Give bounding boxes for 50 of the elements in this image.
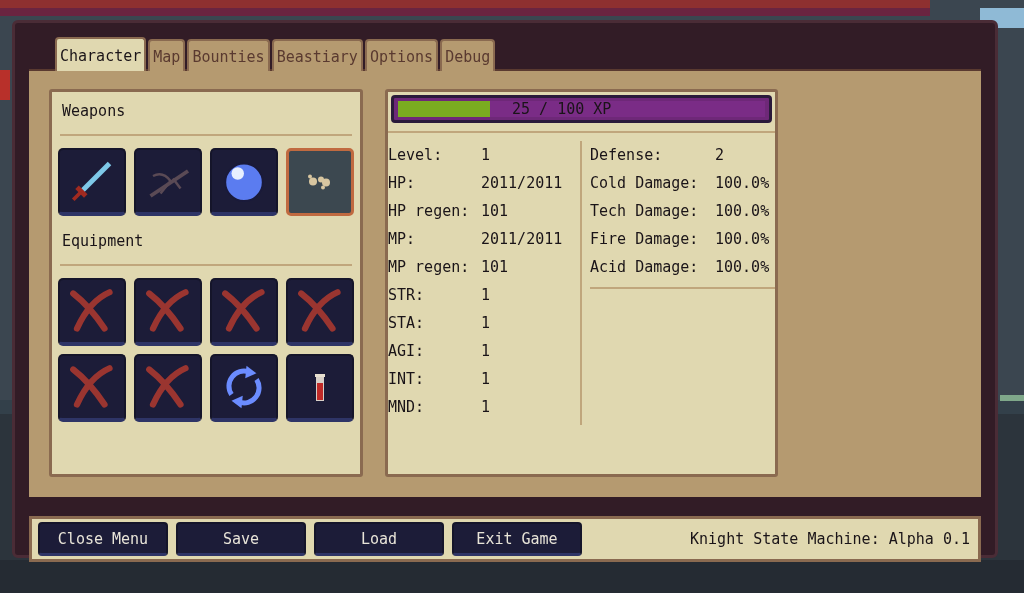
- menu-button[interactable]: Save: [176, 522, 306, 556]
- stat-value: 1: [481, 370, 491, 388]
- stat-label: STA:: [388, 314, 426, 332]
- stat-label: STR:: [388, 286, 426, 304]
- xp-reading: 25 / 100 XP: [512, 100, 612, 118]
- tab[interactable]: Map: [148, 39, 186, 71]
- section-title: Equipment: [61, 231, 145, 252]
- stat-label: MP:: [388, 230, 417, 248]
- stat-value: 100.0%: [715, 230, 770, 248]
- stat-value: 100.0%: [715, 202, 770, 220]
- stat-label: MND:: [388, 398, 426, 416]
- equipment-slot[interactable]: [210, 354, 278, 422]
- stat-value: 1: [481, 286, 491, 304]
- menu-button[interactable]: Exit Game: [452, 522, 582, 556]
- stat-value: 1: [481, 314, 491, 332]
- stat-value: 1: [481, 342, 491, 360]
- stat-label: Tech Damage:: [590, 202, 700, 220]
- potion-icon: [314, 372, 326, 402]
- stat-label: Acid Damage:: [590, 258, 700, 276]
- dust-icon: [307, 173, 333, 191]
- stat-label: AGI:: [388, 342, 426, 360]
- stat-value: 101: [481, 202, 509, 220]
- stat-value: 1: [481, 146, 491, 164]
- tab[interactable]: Bounties: [187, 39, 270, 71]
- tab[interactable]: Character: [55, 37, 147, 71]
- menu-button[interactable]: Close Menu: [38, 522, 168, 556]
- menu-button[interactable]: Load: [314, 522, 444, 556]
- tab[interactable]: Options: [364, 39, 439, 71]
- stat-value: 100.0%: [715, 174, 770, 192]
- weapon-slot[interactable]: [210, 148, 278, 216]
- stat-value: 1: [481, 398, 491, 416]
- stat-value: 2011/2011: [481, 174, 563, 192]
- stat-label: Fire Damage:: [590, 230, 700, 248]
- stat-label: Level:: [388, 146, 444, 164]
- stat-value: 2: [715, 146, 725, 164]
- stat-label: Defense:: [590, 146, 664, 164]
- stat-label: Cold Damage:: [590, 174, 700, 192]
- weapon-slot[interactable]: [58, 148, 126, 216]
- stat-label: INT:: [388, 370, 426, 388]
- tab[interactable]: Beastiary: [271, 39, 363, 71]
- stat-label: HP regen:: [388, 202, 471, 220]
- stat-value: 2011/2011: [481, 230, 563, 248]
- stat-label: MP regen:: [388, 258, 471, 276]
- version-text: Knight State Machine: Alpha 0.1: [690, 530, 970, 548]
- section-title: Weapons: [61, 101, 127, 122]
- stat-label: HP:: [388, 174, 417, 192]
- stat-value: 100.0%: [715, 258, 770, 276]
- stat-value: 101: [481, 258, 509, 276]
- equipment-slot[interactable]: [286, 354, 354, 422]
- tab[interactable]: Debug: [440, 39, 496, 71]
